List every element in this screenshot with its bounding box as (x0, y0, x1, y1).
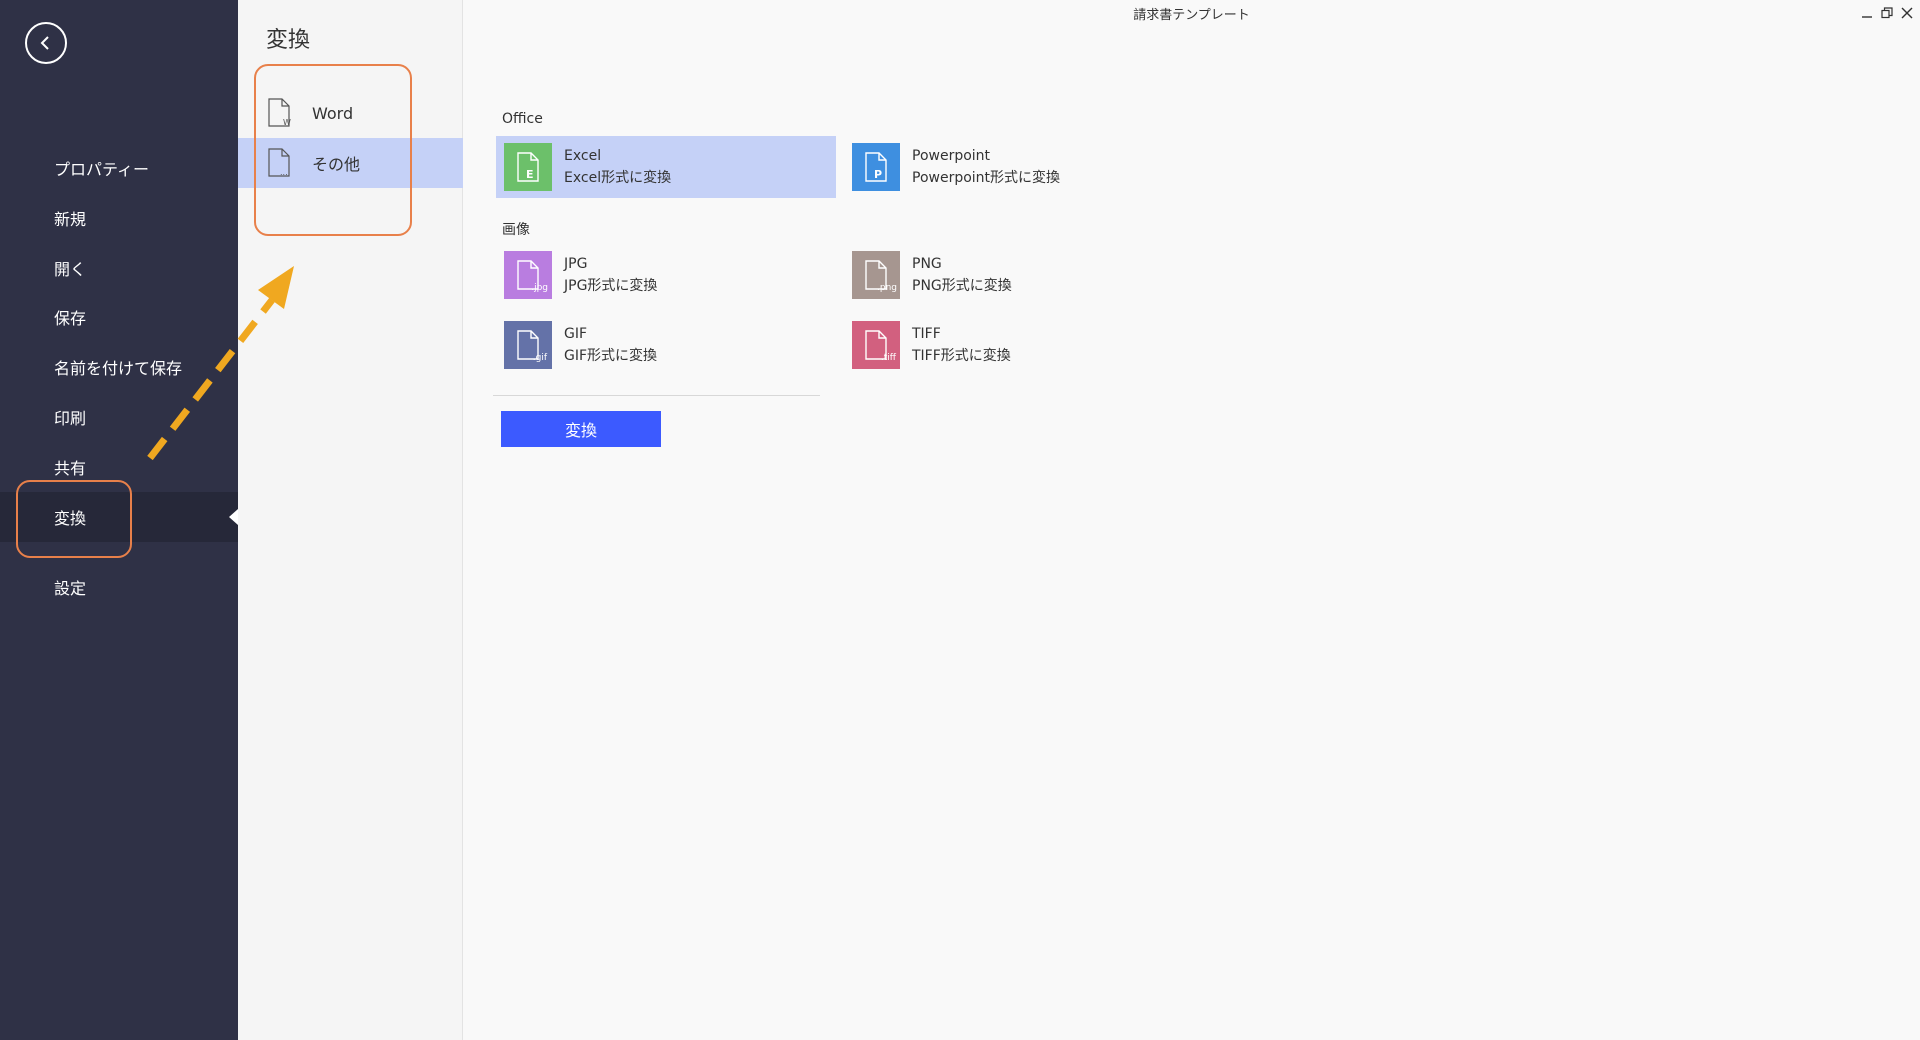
svg-text:E: E (526, 168, 534, 181)
sub-panel-title: 変換 (266, 28, 311, 53)
minimize-icon (1862, 16, 1872, 18)
close-icon (1901, 7, 1913, 19)
nav-item-label: 開く (54, 260, 87, 279)
convert-button[interactable]: 変換 (501, 411, 661, 447)
format-description: Powerpoint形式に変換 (912, 170, 1061, 186)
nav-item-save[interactable]: 保存 (0, 292, 238, 342)
tiff-icon: .tiff (852, 321, 900, 369)
nav-item-label: 設定 (54, 579, 87, 598)
format-name: PNG (912, 256, 942, 272)
nav-item-label: 共有 (54, 459, 87, 478)
nav-item-settings[interactable]: 設定 (0, 562, 238, 612)
format-powerpoint[interactable]: P Powerpoint Powerpoint形式に変換 (844, 136, 1184, 198)
nav-item-label: 新規 (54, 210, 87, 229)
annotation-highlight-convert (16, 480, 132, 558)
nav-item-label: 印刷 (54, 409, 87, 428)
format-name: TIFF (912, 326, 941, 342)
format-description: PNG形式に変換 (912, 278, 1012, 294)
format-description: TIFF形式に変換 (912, 348, 1011, 364)
restore-icon (1881, 7, 1893, 19)
nav-item-label: 保存 (54, 309, 87, 328)
format-name: JPG (564, 256, 588, 272)
jpg-icon: .jpg (504, 251, 552, 299)
section-label-image: 画像 (502, 222, 530, 238)
format-name: GIF (564, 326, 588, 342)
nav-item-save-as[interactable]: 名前を付けて保存 (0, 342, 238, 392)
excel-icon: E (504, 143, 552, 191)
title-bar: 請求書テンプレート (463, 0, 1920, 26)
nav-item-label: プロパティー (54, 160, 150, 179)
minimize-button[interactable] (1858, 4, 1876, 22)
svg-text:P: P (874, 168, 882, 181)
format-name: Excel (564, 148, 602, 164)
format-description: JPG形式に変換 (564, 278, 658, 294)
format-description: Excel形式に変換 (564, 170, 672, 186)
annotation-highlight-sub-options (254, 64, 412, 236)
chevron-left-icon (40, 36, 49, 50)
format-jpg[interactable]: .jpg JPG JPG形式に変換 (496, 244, 836, 306)
section-label-office: Office (502, 111, 543, 127)
powerpoint-icon: P (852, 143, 900, 191)
divider (493, 395, 820, 396)
format-gif[interactable]: .gif GIF GIF形式に変換 (496, 314, 836, 376)
nav-item-label: 名前を付けて保存 (54, 359, 183, 378)
format-description: GIF形式に変換 (564, 348, 658, 364)
format-png[interactable]: .png PNG PNG形式に変換 (844, 244, 1184, 306)
nav-item-properties[interactable]: プロパティー (0, 143, 238, 193)
png-icon: .png (852, 251, 900, 299)
close-button[interactable] (1898, 4, 1916, 22)
format-name: Powerpoint (912, 148, 991, 164)
nav-item-print[interactable]: 印刷 (0, 392, 238, 442)
gif-icon: .gif (504, 321, 552, 369)
format-excel[interactable]: E Excel Excel形式に変換 (496, 136, 836, 198)
back-button[interactable] (25, 22, 67, 64)
nav-item-open[interactable]: 開く (0, 243, 238, 293)
format-tiff[interactable]: .tiff TIFF TIFF形式に変換 (844, 314, 1184, 376)
restore-button[interactable] (1878, 4, 1896, 22)
window-title: 請求書テンプレート (1133, 8, 1250, 23)
nav-item-new[interactable]: 新規 (0, 193, 238, 243)
